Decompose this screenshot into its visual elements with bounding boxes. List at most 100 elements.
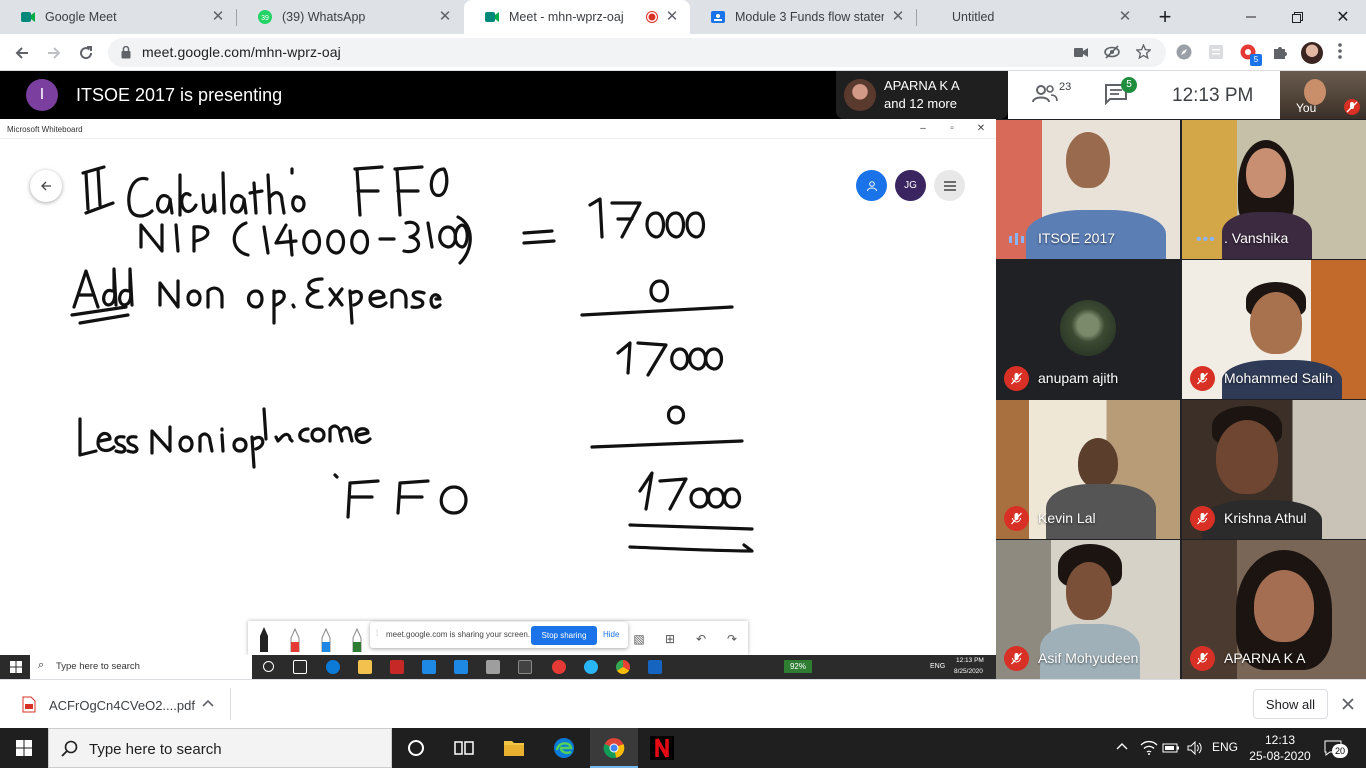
black-pen-icon[interactable] — [258, 626, 270, 652]
netflix-icon[interactable] — [650, 736, 674, 760]
red-pen-icon[interactable] — [289, 626, 301, 652]
eye-off-icon[interactable] — [1104, 45, 1120, 59]
profile-avatar[interactable] — [1301, 42, 1323, 64]
participant-tile[interactable]: ••• . Vanshika — [1182, 120, 1366, 259]
close-icon[interactable]: ✕ — [890, 9, 906, 25]
green-pen-icon[interactable] — [351, 626, 363, 652]
blue-pen-icon[interactable] — [320, 626, 332, 652]
participant-tile[interactable]: Krishna Athul — [1182, 400, 1366, 539]
tab-title: Meet - mhn-wprz-oaj — [509, 10, 624, 24]
whiteboard-canvas[interactable] — [0, 139, 996, 619]
browser-menu-button[interactable] — [1338, 42, 1344, 64]
taskbar-search-box[interactable]: Type here to search — [48, 728, 392, 768]
close-icon[interactable] — [1342, 698, 1354, 710]
chevron-up-icon[interactable] — [1116, 742, 1128, 750]
wb-restore-button[interactable]: ▫ — [945, 122, 959, 136]
show-all-downloads-button[interactable]: Show all — [1253, 689, 1328, 719]
restore-button[interactable] — [1274, 0, 1320, 34]
tab-title: Google Meet — [45, 10, 117, 24]
self-mic-muted — [1344, 99, 1360, 115]
forward-button[interactable] — [40, 39, 68, 67]
extension-page-icon[interactable] — [1207, 43, 1225, 61]
close-icon[interactable]: ✕ — [437, 9, 453, 25]
mic-off-icon — [1197, 372, 1208, 385]
shared-search-placeholder: Type here to search — [56, 661, 140, 672]
action-center-button[interactable]: 20 — [1322, 736, 1350, 760]
chrome-taskbar-button[interactable] — [590, 728, 638, 768]
slides-icon — [711, 11, 725, 23]
reload-button[interactable] — [72, 39, 100, 67]
wb-minimize-button[interactable]: – — [916, 122, 930, 136]
drag-handle-icon[interactable]: ⁞ — [376, 629, 378, 638]
tab-untitled[interactable]: Untitled ✕ — [917, 0, 1143, 34]
redo-icon[interactable]: ↷ — [725, 632, 739, 646]
new-tab-button[interactable]: + — [1142, 0, 1188, 34]
file-explorer-icon[interactable] — [502, 736, 526, 760]
wifi-icon[interactable] — [1140, 740, 1158, 756]
participant-tile[interactable]: ITSOE 2017 — [996, 120, 1180, 259]
chat-button[interactable]: 5 — [1104, 77, 1137, 109]
close-icon[interactable]: ✕ — [210, 9, 226, 25]
restore-icon — [1291, 11, 1303, 23]
omnibox[interactable]: meet.google.com/mhn-wprz-oaj — [108, 38, 1166, 67]
participant-tile[interactable]: Asif Mohyudeen — [996, 540, 1180, 679]
participant-tile[interactable]: Kevin Lal — [996, 400, 1180, 539]
tab-whatsapp[interactable]: 39 (39) WhatsApp ✕ — [237, 0, 463, 34]
presenter-avatar: I — [26, 79, 58, 111]
meet-clock: 12:13 PM — [1172, 85, 1254, 106]
people-button[interactable]: 23 — [1032, 81, 1072, 109]
undo-icon[interactable]: ↶ — [694, 632, 708, 646]
star-icon[interactable] — [1136, 44, 1151, 59]
task-view-icon — [293, 660, 307, 674]
close-icon[interactable]: ✕ — [1117, 9, 1133, 25]
download-item[interactable]: ACFrOgCn4CVeO2....pdf — [10, 686, 230, 722]
task-view-icon[interactable] — [452, 736, 476, 760]
extensions-puzzle-icon[interactable] — [1271, 43, 1289, 61]
start-button[interactable] — [0, 728, 48, 768]
language-indicator[interactable]: ENG — [1212, 740, 1238, 754]
tab-title: (39) WhatsApp — [282, 10, 366, 24]
minimize-button[interactable] — [1228, 0, 1274, 34]
self-view-tile[interactable]: You — [1280, 71, 1366, 119]
participant-tile[interactable]: APARNA K A — [1182, 540, 1366, 679]
close-window-button[interactable]: ✕ — [1320, 0, 1366, 34]
camera-icon[interactable] — [1074, 47, 1088, 58]
participant-face — [1254, 570, 1314, 642]
volume-icon[interactable] — [1186, 740, 1204, 756]
cortana-icon[interactable] — [404, 736, 428, 760]
back-button[interactable] — [8, 39, 36, 67]
arrow-right-icon — [48, 47, 61, 59]
participant-name: . Vanshika — [1224, 230, 1289, 246]
invite-button[interactable] — [856, 170, 887, 201]
google-meet-icon — [21, 12, 35, 22]
participant-face — [1216, 420, 1278, 494]
mic-muted-indicator — [1004, 366, 1029, 391]
participant-tile[interactable]: Mohammed Salih — [1182, 260, 1366, 399]
whiteboard-back-button[interactable] — [30, 170, 62, 202]
mic-muted-indicator — [1190, 506, 1215, 531]
more-options-icon[interactable]: ••• — [1196, 231, 1216, 249]
image-icon[interactable]: ▧ — [632, 632, 646, 646]
participant-tile[interactable]: anupam ajith — [996, 260, 1180, 399]
user-avatar-jg[interactable]: JG — [895, 170, 926, 201]
extension-compass-icon[interactable] — [1175, 43, 1193, 61]
wb-close-button[interactable]: ✕ — [974, 122, 988, 136]
edge-icon[interactable] — [552, 736, 576, 760]
tab-google-meet[interactable]: Google Meet ✕ — [0, 0, 236, 34]
search-icon: ⌕ — [38, 659, 45, 671]
chevron-up-icon[interactable] — [202, 699, 214, 707]
whiteboard-menu-button[interactable] — [934, 170, 965, 201]
participant-name: APARNA K A — [1224, 650, 1306, 666]
hide-notice-button[interactable]: Hide — [603, 630, 619, 639]
shared-search-box: ⌕ Type here to search — [30, 655, 252, 679]
active-speakers-chip[interactable]: APARNA K A and 12 more — [836, 71, 1008, 119]
close-icon[interactable]: ✕ — [664, 9, 680, 25]
stop-sharing-button[interactable]: Stop sharing — [531, 626, 597, 645]
tab-meet-active[interactable]: Meet - mhn-wprz-oaj ✕ — [464, 0, 690, 34]
participant-grid: ITSOE 2017 ••• . Vanshika anupam ajith M… — [996, 119, 1366, 679]
battery-icon[interactable] — [1162, 741, 1180, 755]
taskbar-clock[interactable]: 12:13 25-08-2020 — [1244, 732, 1316, 764]
tab-module-3[interactable]: Module 3 Funds flow statemen ✕ — [690, 0, 916, 34]
minimize-icon — [1246, 16, 1256, 18]
add-icon[interactable]: ⊞ — [663, 632, 677, 646]
